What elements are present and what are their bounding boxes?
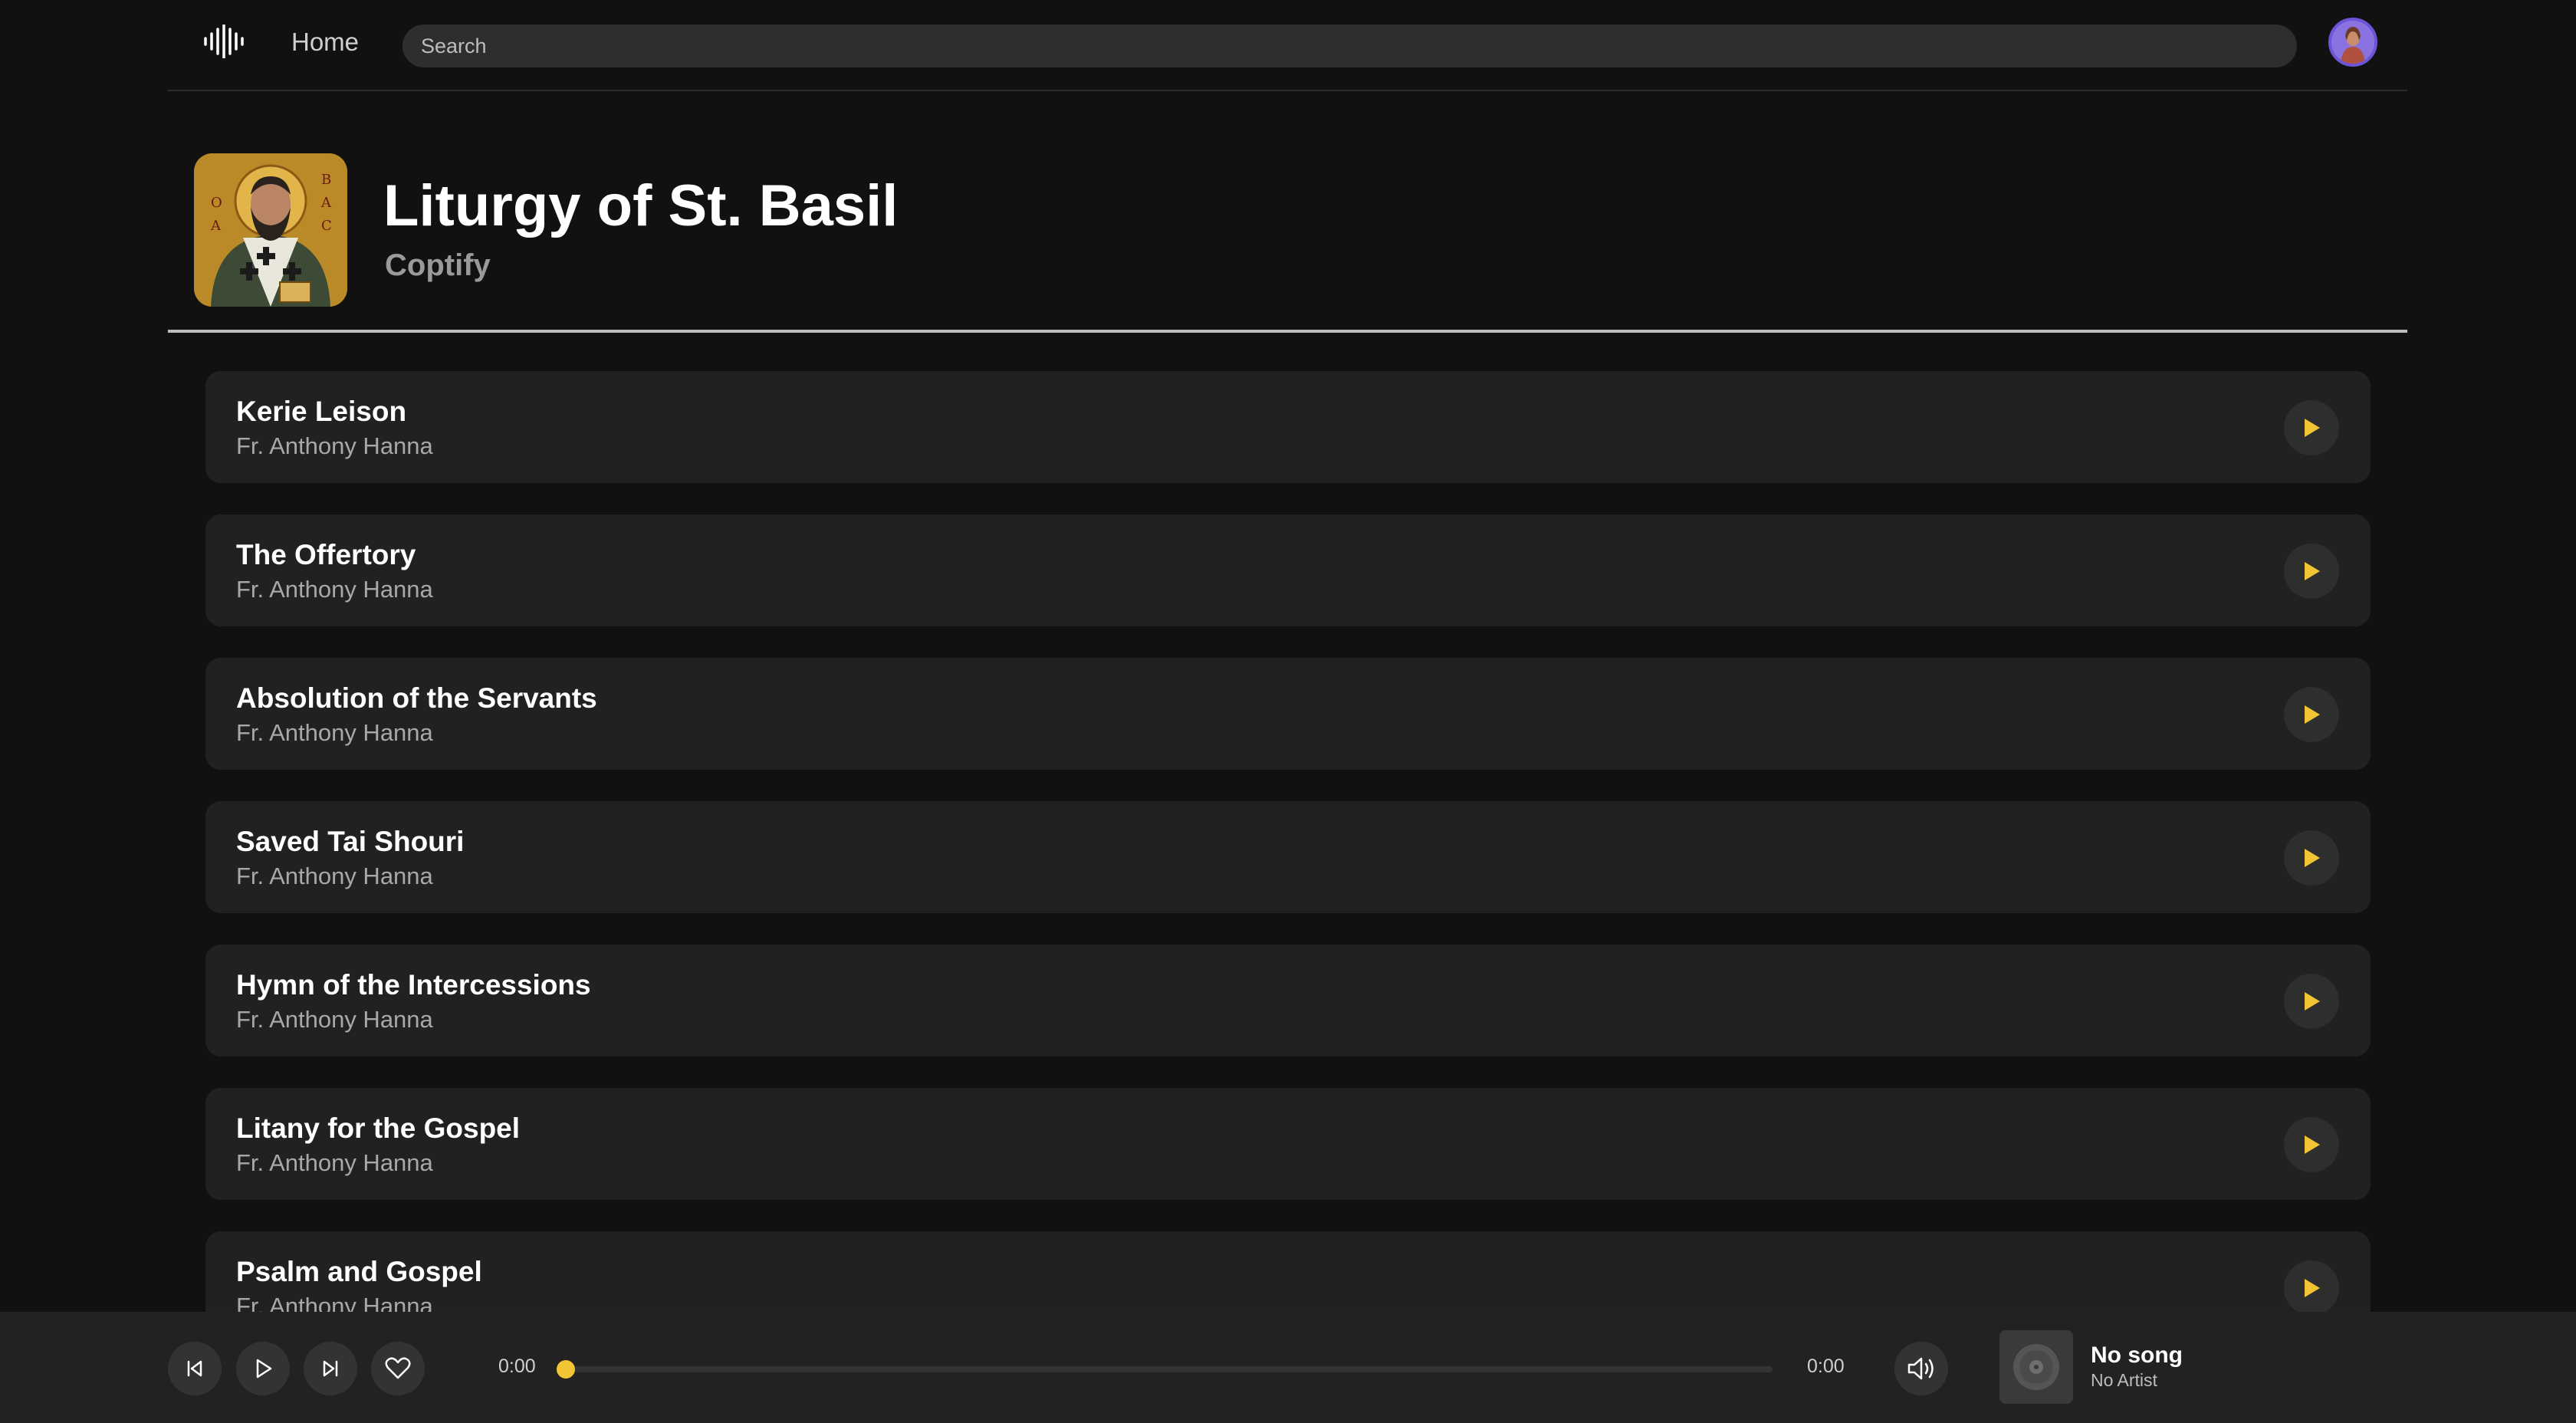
track-artist: Fr. Anthony Hanna xyxy=(236,576,433,603)
app-window: Home Search B A C O A Liturgy of St. Bas… xyxy=(0,0,2576,1423)
play-icon[interactable] xyxy=(2284,1117,2339,1172)
track-title: Absolution of the Servants xyxy=(236,682,597,714)
track-title: Kerie Leison xyxy=(236,396,407,427)
nav-home-link[interactable]: Home xyxy=(291,28,359,57)
current-time: 0:00 xyxy=(498,1356,536,1377)
track-row[interactable]: Kerie Leison Fr. Anthony Hanna xyxy=(205,371,2371,483)
vinyl-icon xyxy=(1999,1330,2073,1404)
skip-forward-icon[interactable] xyxy=(304,1342,357,1395)
search-input[interactable] xyxy=(421,34,2297,58)
progress-bar[interactable] xyxy=(557,1360,1773,1379)
album-subtitle: Coptify xyxy=(385,248,491,282)
search-bar[interactable] xyxy=(402,25,2297,67)
svg-text:B: B xyxy=(321,172,331,188)
track-list: Kerie Leison Fr. Anthony Hanna The Offer… xyxy=(205,371,2371,1375)
play-icon[interactable] xyxy=(236,1342,290,1395)
now-playing-title: No song xyxy=(2091,1342,2183,1368)
svg-text:A: A xyxy=(210,218,222,234)
track-artist: Fr. Anthony Hanna xyxy=(236,719,433,746)
svg-text:A: A xyxy=(320,195,332,211)
svg-text:O: O xyxy=(211,195,222,211)
track-artist: Fr. Anthony Hanna xyxy=(236,432,433,459)
track-row[interactable]: Litany for the Gospel Fr. Anthony Hanna xyxy=(205,1088,2371,1200)
play-icon[interactable] xyxy=(2284,1260,2339,1316)
track-artist: Fr. Anthony Hanna xyxy=(236,1149,433,1176)
heart-icon[interactable] xyxy=(371,1342,425,1395)
album-cover-portrait-icon: B A C O A xyxy=(194,153,347,307)
track-title: The Offertory xyxy=(236,539,416,570)
skip-back-icon[interactable] xyxy=(168,1342,222,1395)
track-artist: Fr. Anthony Hanna xyxy=(236,863,433,889)
svg-text:C: C xyxy=(321,218,332,234)
now-playing-artist: No Artist xyxy=(2091,1370,2157,1390)
track-artist: Fr. Anthony Hanna xyxy=(236,1006,433,1033)
player-bar: 0:00 0:00 No song No Artist xyxy=(0,1312,2576,1423)
track-title: Litany for the Gospel xyxy=(236,1112,521,1144)
play-icon[interactable] xyxy=(2284,544,2339,599)
play-icon[interactable] xyxy=(2284,687,2339,742)
play-icon[interactable] xyxy=(2284,400,2339,455)
top-nav: Home xyxy=(168,0,2407,91)
album-header: B A C O A Liturgy of St. Basil Coptify xyxy=(168,91,2407,333)
track-title: Saved Tai Shouri xyxy=(236,826,465,857)
waveform-icon[interactable] xyxy=(203,23,245,60)
track-row[interactable]: Saved Tai Shouri Fr. Anthony Hanna xyxy=(205,801,2371,913)
track-row[interactable]: Hymn of the Intercessions Fr. Anthony Ha… xyxy=(205,945,2371,1057)
user-avatar[interactable] xyxy=(2328,18,2377,67)
progress-knob[interactable] xyxy=(557,1360,575,1379)
album-title: Liturgy of St. Basil xyxy=(383,173,899,238)
track-row[interactable]: Absolution of the Servants Fr. Anthony H… xyxy=(205,658,2371,770)
track-row[interactable]: The Offertory Fr. Anthony Hanna xyxy=(205,514,2371,626)
play-icon[interactable] xyxy=(2284,974,2339,1029)
track-title: Psalm and Gospel xyxy=(236,1256,482,1287)
volume-icon[interactable] xyxy=(1894,1342,1948,1395)
play-icon[interactable] xyxy=(2284,830,2339,886)
track-title: Hymn of the Intercessions xyxy=(236,969,591,1001)
duration-time: 0:00 xyxy=(1807,1356,1845,1377)
